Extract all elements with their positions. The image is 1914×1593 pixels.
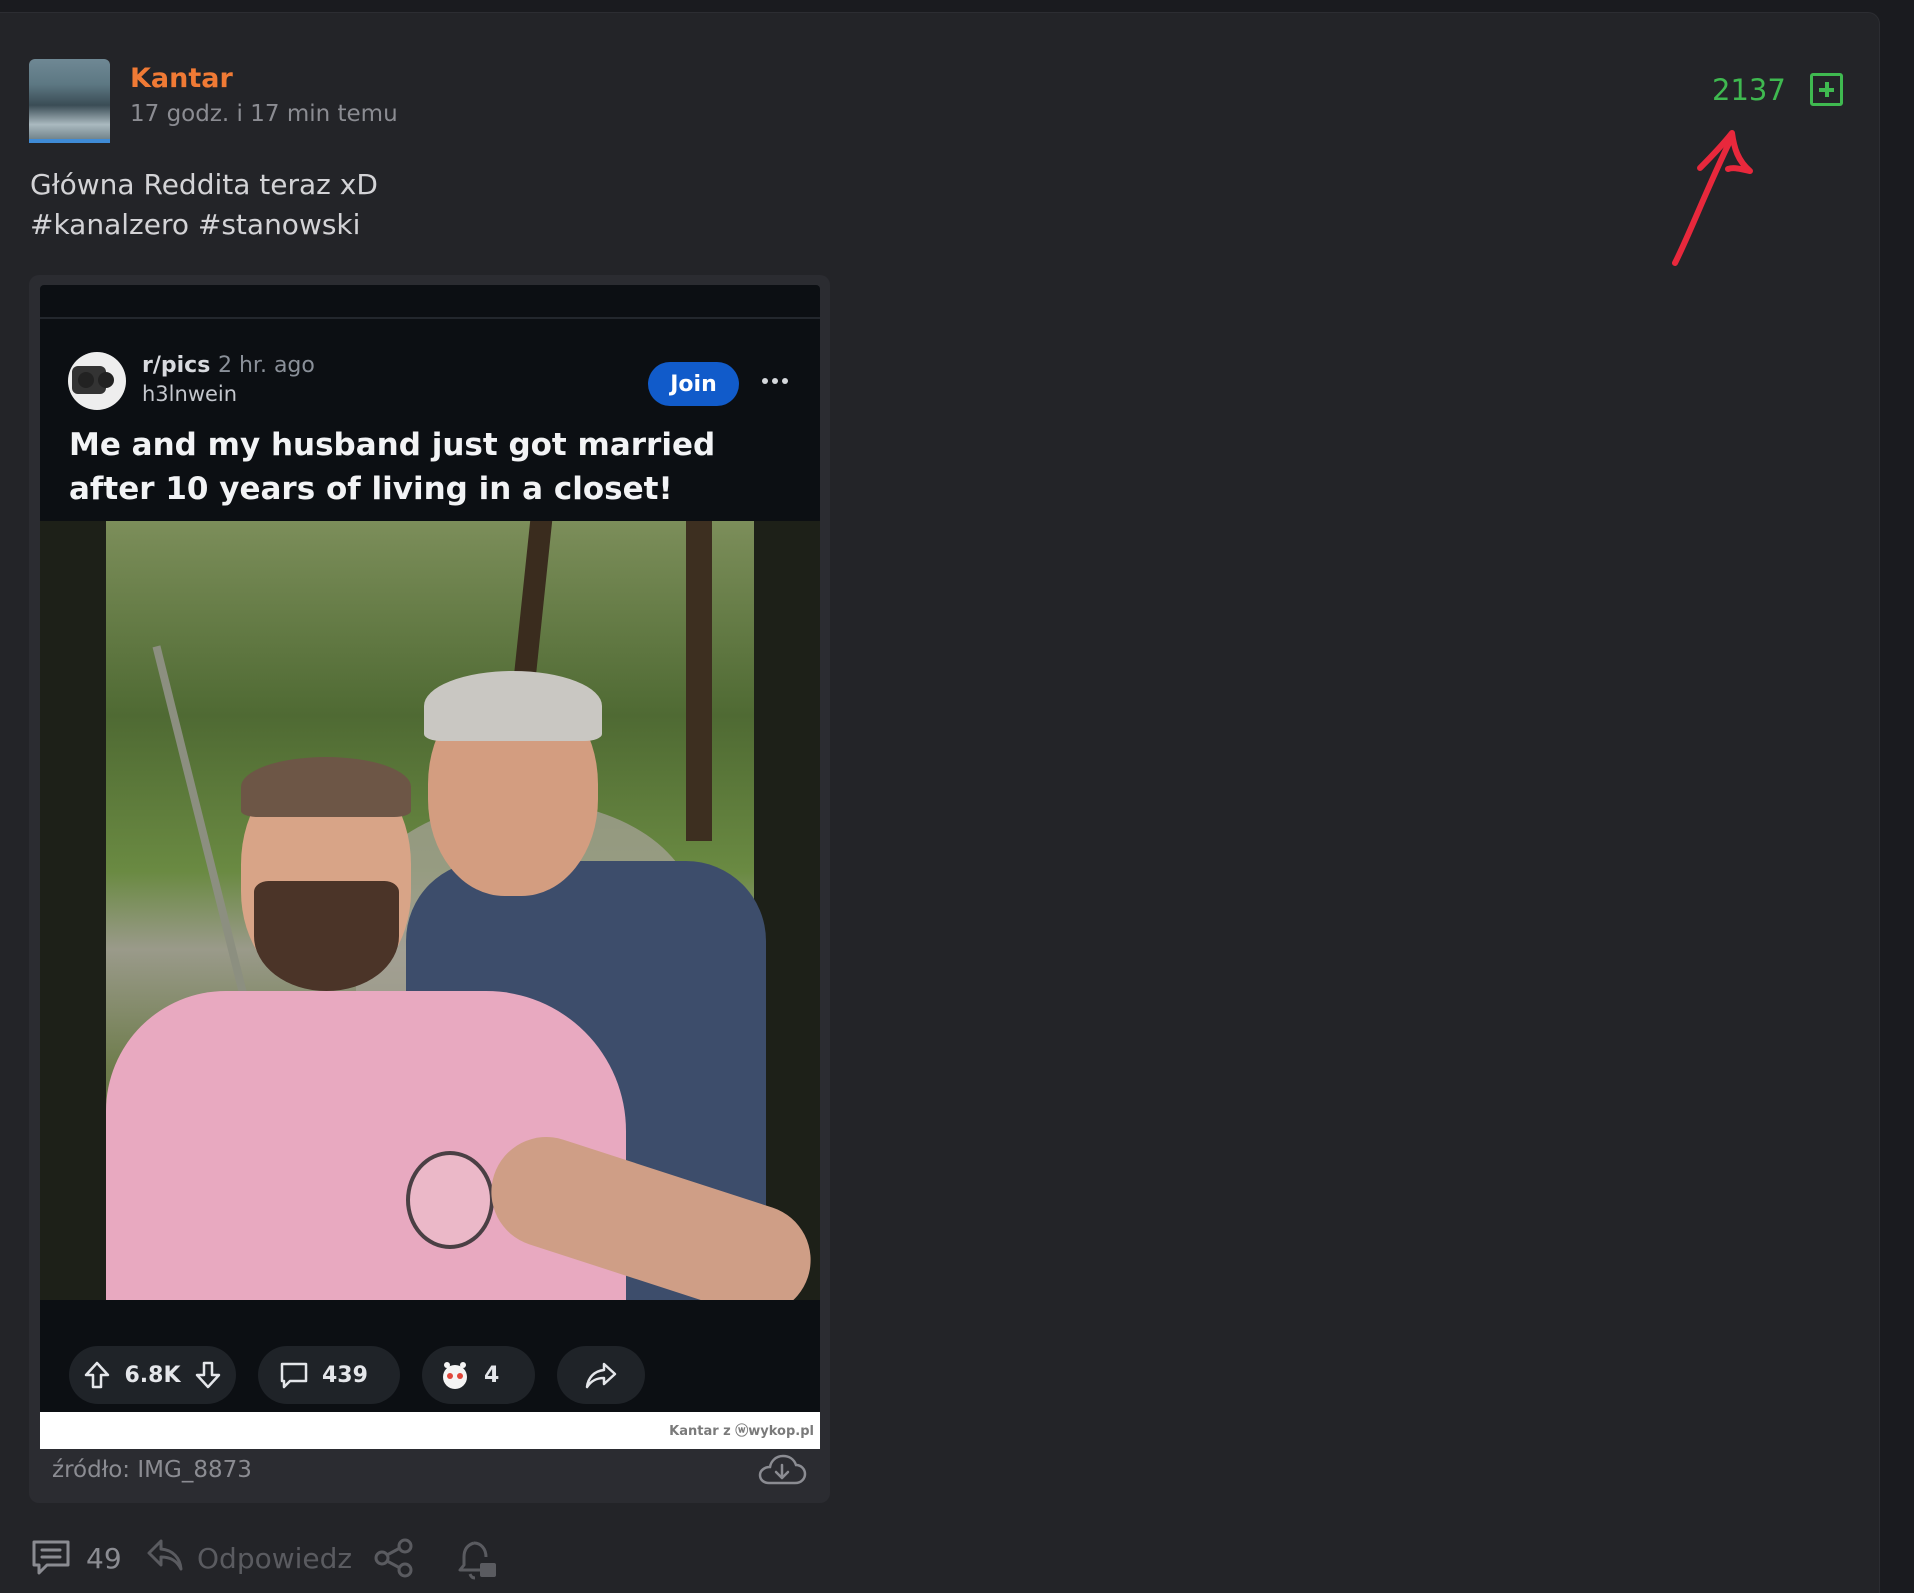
- post-tags[interactable]: #kanalzero #stanowski: [30, 205, 378, 245]
- reddit-comment-count: 439: [322, 1362, 368, 1388]
- award-icon: [443, 1362, 467, 1389]
- more-options-icon: [762, 377, 788, 385]
- cloud-download-icon[interactable]: [757, 1453, 807, 1489]
- comment-bubble-icon: [280, 1362, 308, 1389]
- comments-icon[interactable]: [29, 1539, 73, 1577]
- award-count: 4: [484, 1362, 500, 1388]
- image-source: źródło: IMG_8873: [52, 1457, 252, 1483]
- reddit-post-title: Me and my husband just got married after…: [69, 427, 716, 507]
- post-body: Główna Reddita teraz xD #kanalzero #stan…: [30, 165, 378, 245]
- join-button: Join: [648, 362, 739, 406]
- upvote-arrow-icon: [84, 1361, 110, 1389]
- vote-count[interactable]: 2137: [1712, 73, 1786, 107]
- subreddit-name: r/pics: [142, 353, 211, 378]
- share-pill: [557, 1346, 645, 1404]
- watermark-text: Kantar z ⓦwykop.pl: [669, 1424, 814, 1439]
- downvote-arrow-icon: [195, 1361, 221, 1389]
- user-avatar[interactable]: [29, 59, 110, 143]
- comment-count[interactable]: 49: [86, 1542, 122, 1575]
- reddit-post-time: 2 hr. ago: [218, 353, 315, 378]
- post-footer: 49 Odpowiedz: [0, 1533, 600, 1584]
- vote-pill: 6.8K: [69, 1346, 236, 1404]
- watermark-strip: Kantar z ⓦwykop.pl: [40, 1412, 820, 1449]
- share-icon[interactable]: [372, 1537, 416, 1579]
- subreddit-avatar-icon: [68, 352, 126, 410]
- annotation-arrow-icon: [1672, 130, 1753, 266]
- notification-bell-icon[interactable]: [456, 1537, 500, 1581]
- author-name[interactable]: Kantar: [130, 63, 233, 94]
- reply-icon[interactable]: [145, 1537, 185, 1573]
- reddit-action-bar: 6.8K 439 4: [40, 1300, 820, 1412]
- post-card: Kantar 17 godz. i 17 min temu 2137 Główn…: [0, 12, 1880, 1593]
- upvote-count: 6.8K: [124, 1362, 181, 1388]
- photo-area: [40, 521, 820, 1300]
- share-arrow-icon: [585, 1362, 617, 1389]
- comments-pill: 439: [258, 1346, 400, 1404]
- divider: [40, 317, 820, 319]
- awards-pill: 4: [422, 1346, 535, 1404]
- reddit-username: h3lnwein: [142, 382, 238, 406]
- reddit-screenshot-image[interactable]: r/pics 2 hr. ago h3lnwein Join Me and my…: [40, 285, 820, 1449]
- post-time[interactable]: 17 godz. i 17 min temu: [130, 101, 398, 127]
- post-body-line: Główna Reddita teraz xD: [30, 168, 378, 201]
- couple-photo: [106, 521, 820, 1300]
- reply-button[interactable]: Odpowiedz: [197, 1542, 352, 1575]
- embedded-image-card: r/pics 2 hr. ago h3lnwein Join Me and my…: [29, 275, 830, 1503]
- upvote-plus-button[interactable]: [1810, 73, 1843, 106]
